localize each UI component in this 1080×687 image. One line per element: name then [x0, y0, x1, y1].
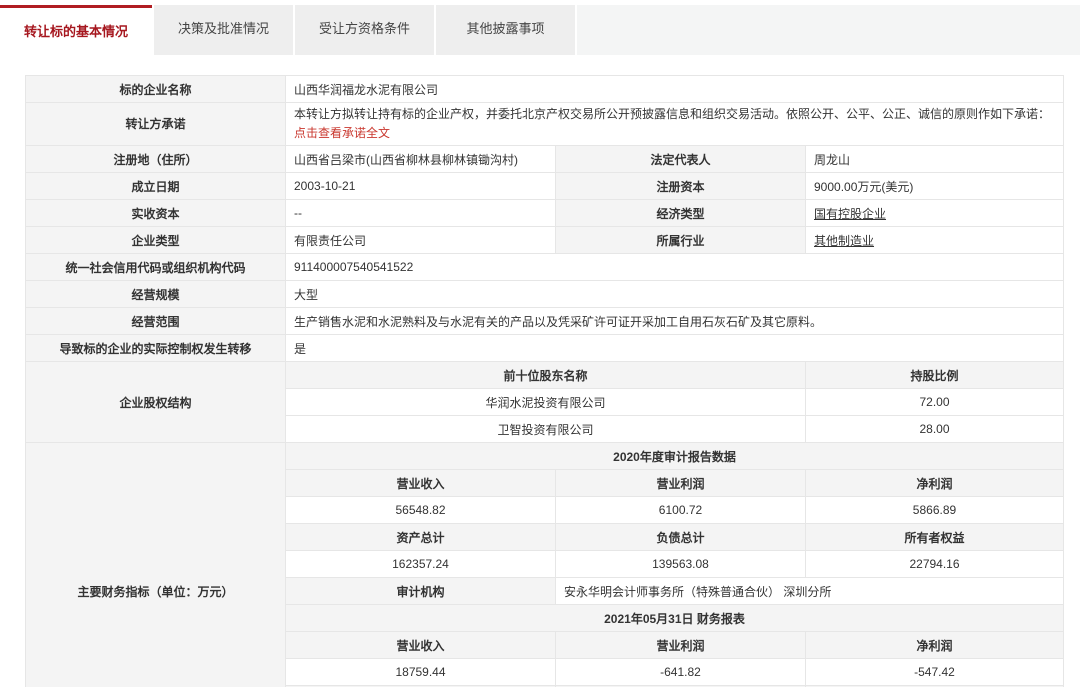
table-row: 成立日期 2003-10-21 注册资本 9000.00万元(美元) — [26, 173, 1064, 200]
control-transfer-value: 是 — [286, 335, 1064, 362]
table-row: 统一社会信用代码或组织机构代码 911400007540541522 — [26, 254, 1064, 281]
business-scope-value: 生产销售水泥和水泥熟料及与水泥有关的产品以及凭采矿许可证开采加工自用石灰石矿及其… — [286, 308, 1064, 335]
total-assets-header-2020: 资产总计 — [286, 524, 556, 551]
shareholder-ratio: 28.00 — [806, 416, 1064, 443]
table-row: 企业类型 有限责任公司 所属行业 其他制造业 — [26, 227, 1064, 254]
table-row: 经营规模 大型 — [26, 281, 1064, 308]
revenue-value-2020: 56548.82 — [286, 497, 556, 524]
paidin-capital-value: -- — [286, 200, 556, 227]
legal-representative-value: 周龙山 — [806, 146, 1064, 173]
report-2021-title: 2021年05月31日 财务报表 — [286, 605, 1064, 632]
operating-profit-header-2021: 营业利润 — [556, 632, 806, 659]
audit-agency-value: 安永华明会计师事务所（特殊普通合伙） 深圳分所 — [556, 578, 1064, 605]
economic-type-label: 经济类型 — [556, 200, 806, 227]
audit-agency-label: 审计机构 — [286, 578, 556, 605]
table-row: 注册地（住所） 山西省吕梁市(山西省柳林县柳林镇锄沟村) 法定代表人 周龙山 — [26, 146, 1064, 173]
shareholder-ratio: 72.00 — [806, 389, 1064, 416]
total-liabilities-value-2020: 139563.08 — [556, 551, 806, 578]
net-profit-header-2020: 净利润 — [806, 470, 1064, 497]
financial-indicators-label: 主要财务指标（单位：万元） — [26, 443, 286, 687]
table-row: 实收资本 -- 经济类型 国有控股企业 — [26, 200, 1064, 227]
equity-structure-label: 企业股权结构 — [26, 362, 286, 443]
registered-capital-value: 9000.00万元(美元) — [806, 173, 1064, 200]
net-profit-header-2021: 净利润 — [806, 632, 1064, 659]
control-transfer-label: 导致标的企业的实际控制权发生转移 — [26, 335, 286, 362]
revenue-value-2021: 18759.44 — [286, 659, 556, 686]
table-row: 经营范围 生产销售水泥和水泥熟料及与水泥有关的产品以及凭采矿许可证开采加工自用石… — [26, 308, 1064, 335]
table-row: 主要财务指标（单位：万元） 2020年度审计报告数据 — [26, 443, 1064, 470]
credit-code-label: 统一社会信用代码或组织机构代码 — [26, 254, 286, 281]
registered-address-label: 注册地（住所） — [26, 146, 286, 173]
enterprise-type-label: 企业类型 — [26, 227, 286, 254]
scale-value: 大型 — [286, 281, 1064, 308]
economic-type-cell: 国有控股企业 — [806, 200, 1064, 227]
audit-2020-title: 2020年度审计报告数据 — [286, 443, 1064, 470]
industry-cell: 其他制造业 — [806, 227, 1064, 254]
commitment-fulltext-link[interactable]: 点击查看承诺全文 — [294, 124, 390, 143]
table-row: 转让方承诺 本转让方拟转让持有标的企业产权，并委托北京产权交易所公开预披露信息和… — [26, 103, 1064, 146]
company-name-value: 山西华润福龙水泥有限公司 — [286, 76, 1064, 103]
tab-bar-filler — [577, 5, 1080, 55]
credit-code-value: 911400007540541522 — [286, 254, 1064, 281]
table-row: 标的企业名称 山西华润福龙水泥有限公司 — [26, 76, 1064, 103]
registered-address-value: 山西省吕梁市(山西省柳林县柳林镇锄沟村) — [286, 146, 556, 173]
tab-decision-approval[interactable]: 决策及批准情况 — [154, 5, 293, 55]
owners-equity-header-2020: 所有者权益 — [806, 524, 1064, 551]
total-assets-value-2020: 162357.24 — [286, 551, 556, 578]
establish-date-value: 2003-10-21 — [286, 173, 556, 200]
net-profit-value-2020: 5866.89 — [806, 497, 1064, 524]
industry-link[interactable]: 其他制造业 — [814, 234, 874, 248]
business-scope-label: 经营范围 — [26, 308, 286, 335]
total-liabilities-header-2020: 负债总计 — [556, 524, 806, 551]
enterprise-type-value: 有限责任公司 — [286, 227, 556, 254]
establish-date-label: 成立日期 — [26, 173, 286, 200]
company-name-label: 标的企业名称 — [26, 76, 286, 103]
tab-other-disclosure[interactable]: 其他披露事项 — [436, 5, 575, 55]
content-area: 标的企业名称 山西华润福龙水泥有限公司 转让方承诺 本转让方拟转让持有标的企业产… — [0, 55, 1080, 687]
industry-label: 所属行业 — [556, 227, 806, 254]
paidin-capital-label: 实收资本 — [26, 200, 286, 227]
owners-equity-value-2020: 22794.16 — [806, 551, 1064, 578]
legal-representative-label: 法定代表人 — [556, 146, 806, 173]
operating-profit-value-2020: 6100.72 — [556, 497, 806, 524]
shareholder-name: 卫智投资有限公司 — [286, 416, 806, 443]
table-row: 企业股权结构 前十位股东名称 持股比例 — [26, 362, 1064, 389]
revenue-header-2020: 营业收入 — [286, 470, 556, 497]
scale-label: 经营规模 — [26, 281, 286, 308]
commitment-cell: 本转让方拟转让持有标的企业产权，并委托北京产权交易所公开预披露信息和组织交易活动… — [286, 103, 1064, 146]
tab-basic-info[interactable]: 转让标的基本情况 — [0, 5, 152, 55]
registered-capital-label: 注册资本 — [556, 173, 806, 200]
table-row: 导致标的企业的实际控制权发生转移 是 — [26, 335, 1064, 362]
shareholder-name: 华润水泥投资有限公司 — [286, 389, 806, 416]
commitment-text: 本转让方拟转让持有标的企业产权，并委托北京产权交易所公开预披露信息和组织交易活动… — [294, 105, 1055, 124]
operating-profit-value-2021: -641.82 — [556, 659, 806, 686]
tab-transferee-qualification[interactable]: 受让方资格条件 — [295, 5, 434, 55]
basic-info-table: 标的企业名称 山西华润福龙水泥有限公司 转让方承诺 本转让方拟转让持有标的企业产… — [25, 75, 1064, 687]
shareholder-name-header: 前十位股东名称 — [286, 362, 806, 389]
net-profit-value-2021: -547.42 — [806, 659, 1064, 686]
revenue-header-2021: 营业收入 — [286, 632, 556, 659]
operating-profit-header-2020: 营业利润 — [556, 470, 806, 497]
tab-bar: 转让标的基本情况 决策及批准情况 受让方资格条件 其他披露事项 — [0, 0, 1080, 55]
commitment-label: 转让方承诺 — [26, 103, 286, 146]
shareholding-ratio-header: 持股比例 — [806, 362, 1064, 389]
economic-type-link[interactable]: 国有控股企业 — [814, 207, 886, 221]
